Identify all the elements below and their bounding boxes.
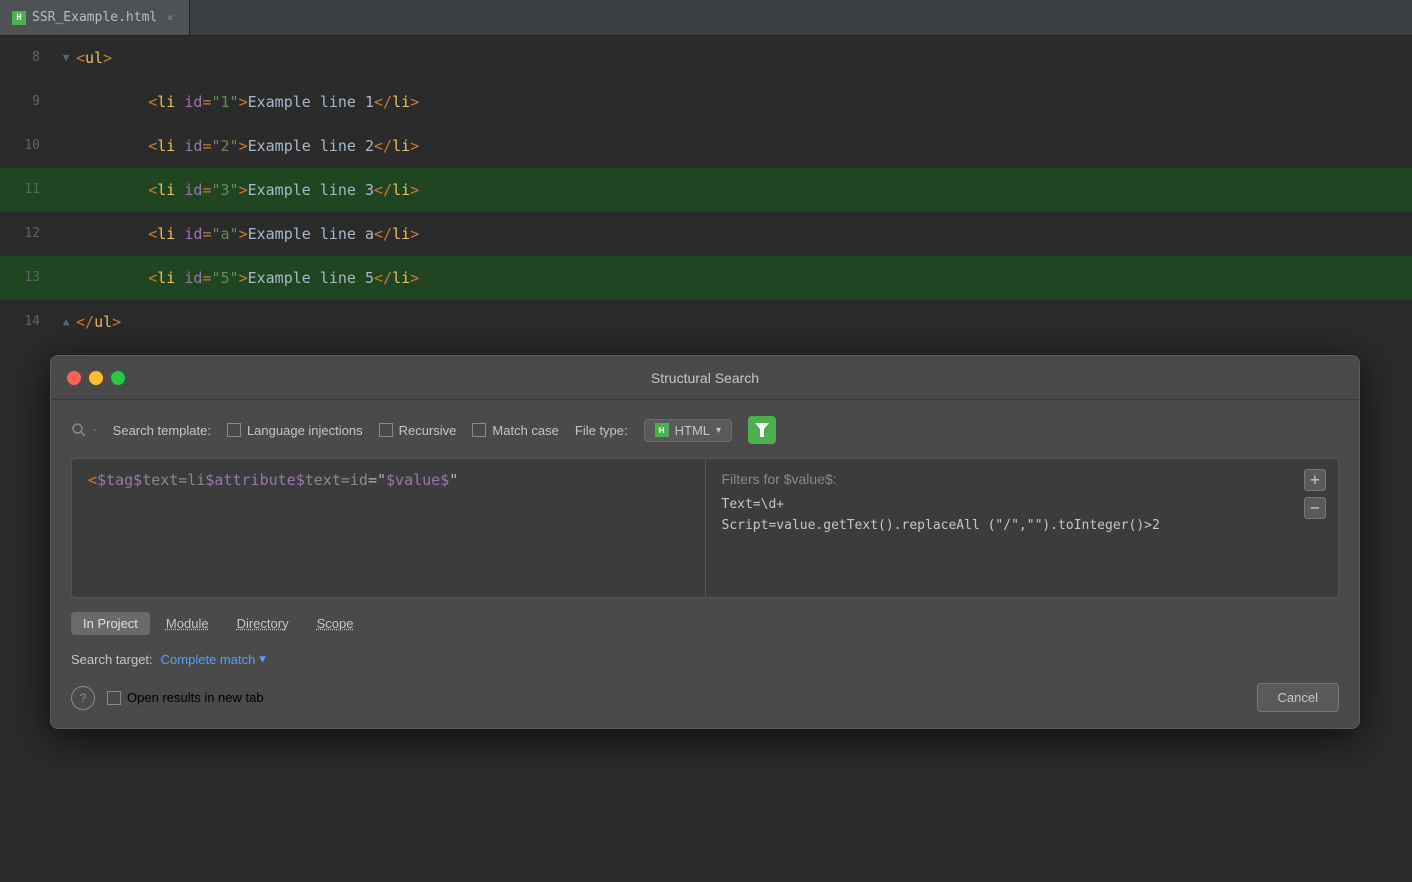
dropdown-arrow-icon: ▾ (259, 651, 266, 667)
tab-label: SSR_Example.html (32, 10, 157, 25)
line-content-11: <li id="3">Example line 3</li> (76, 168, 1412, 212)
file-type-value: HTML (675, 423, 710, 438)
scope-module-button[interactable]: Module (154, 612, 221, 635)
tmpl-value-var: $value$ (386, 471, 449, 489)
line-number-13: 13 (0, 256, 56, 300)
line-number-14: 14 (0, 300, 56, 344)
editor-tab[interactable]: H SSR_Example.html × (0, 0, 190, 35)
close-window-button[interactable] (67, 371, 81, 385)
recursive-label: Recursive (399, 423, 457, 438)
search-template-input[interactable]: <$tag$text=li$attribute$text=id="$value$… (72, 459, 706, 597)
scope-directory-button[interactable]: Directory (225, 612, 301, 635)
tab-bar: H SSR_Example.html × (0, 0, 1412, 36)
search-icon-badge: · (93, 424, 97, 436)
funnel-icon (755, 423, 769, 437)
cancel-button[interactable]: Cancel (1257, 683, 1339, 712)
filter-button[interactable] (748, 416, 776, 444)
help-button[interactable]: ? (71, 686, 95, 710)
scope-in-project-button[interactable]: In Project (71, 612, 150, 635)
file-type-dropdown[interactable]: H HTML ▾ (644, 419, 732, 442)
scope-scope-button[interactable]: Scope (305, 612, 366, 635)
code-line-11: 11 <li id="3">Example line 3</li> (0, 168, 1412, 212)
open-results-cb-box[interactable] (107, 691, 121, 705)
line-content-10: <li id="2">Example line 2</li> (76, 124, 1412, 168)
code-line-9: 9 <li id="1">Example line 1</li> (0, 80, 1412, 124)
tmpl-text-id: text=id (305, 471, 368, 489)
line-number-10: 10 (0, 124, 56, 168)
tmpl-open-bracket: < (88, 471, 97, 489)
modal-title: Structural Search (651, 370, 759, 386)
tmpl-close-quote: " (449, 471, 458, 489)
match-case-label: Match case (492, 423, 558, 438)
line-number-8: 8 (0, 36, 56, 80)
search-content-area: <$tag$text=li$attribute$text=id="$value$… (71, 458, 1339, 598)
modal-titlebar: Structural Search (51, 356, 1359, 400)
filter-line-1: Text=\d+ (722, 497, 1323, 512)
code-line-10: 10 <li id="2">Example line 2</li> (0, 124, 1412, 168)
modal-body: · Search template: Language injections R… (51, 400, 1359, 728)
remove-filter-button[interactable]: − (1304, 497, 1326, 519)
search-target-value: Complete match (161, 652, 256, 667)
line-number-12: 12 (0, 212, 56, 256)
line-number-9: 9 (0, 80, 56, 124)
search-icon-wrap: · (71, 422, 97, 438)
tmpl-text-li: text=li (142, 471, 205, 489)
file-type-label: File type: (575, 423, 628, 438)
search-template-label: Search template: (113, 423, 211, 438)
search-target-label: Search target: (71, 652, 153, 667)
code-line-12: 12 <li id="a">Example line a</li> (0, 212, 1412, 256)
code-line-8: 8 ▼ <ul> (0, 36, 1412, 80)
code-line-14: 14 ▲ </ul> (0, 300, 1412, 344)
fold-icon-8[interactable]: ▼ (56, 36, 76, 80)
line-content-13: <li id="5">Example line 5</li> (76, 256, 1412, 300)
open-results-label: Open results in new tab (127, 690, 264, 705)
match-case-cb-box[interactable] (472, 423, 486, 437)
recursive-checkbox[interactable]: Recursive (379, 423, 457, 438)
toolbar-row: · Search template: Language injections R… (71, 416, 1339, 444)
html-file-icon: H (655, 423, 669, 437)
filters-title: Filters for $value$: (722, 471, 1323, 487)
language-injections-checkbox[interactable]: Language injections (227, 423, 363, 438)
line-number-11: 11 (0, 168, 56, 212)
scope-row: In Project Module Directory Scope (71, 612, 1339, 635)
tmpl-tag-var: $tag$ (97, 471, 142, 489)
search-target-dropdown[interactable]: Complete match ▾ (161, 651, 266, 667)
editor-area: H SSR_Example.html × 8 ▼ <ul> 9 <li id="… (0, 0, 1412, 882)
fold-icon-14[interactable]: ▲ (56, 300, 76, 344)
search-icon (71, 422, 87, 438)
open-results-checkbox[interactable]: Open results in new tab (107, 690, 264, 705)
search-target-row: Search target: Complete match ▾ (71, 651, 1339, 667)
structural-search-dialog: Structural Search · Search template: Lan… (50, 355, 1360, 729)
code-line-13: 13 <li id="5">Example line 5</li> (0, 256, 1412, 300)
file-icon: H (12, 11, 26, 25)
language-injections-cb-box[interactable] (227, 423, 241, 437)
filters-panel: Filters for $value$: Text=\d+ Script=val… (706, 459, 1339, 597)
code-area: 8 ▼ <ul> 9 <li id="1">Example line 1</li… (0, 36, 1412, 344)
line-content-8: <ul> (76, 36, 1412, 80)
tmpl-equals: =" (368, 471, 386, 489)
tmpl-attr-var: $attribute$ (205, 471, 304, 489)
tab-close-button[interactable]: × (163, 11, 177, 25)
add-filter-button[interactable]: + (1304, 469, 1326, 491)
chevron-down-icon: ▾ (716, 425, 721, 436)
maximize-window-button[interactable] (111, 371, 125, 385)
language-injections-label: Language injections (247, 423, 363, 438)
bottom-row: ? Open results in new tab Cancel (71, 683, 1339, 712)
line-content-12: <li id="a">Example line a</li> (76, 212, 1412, 256)
window-controls (67, 371, 125, 385)
recursive-cb-box[interactable] (379, 423, 393, 437)
line-content-9: <li id="1">Example line 1</li> (76, 80, 1412, 124)
filter-line-2: Script=value.getText().replaceAll ("/","… (722, 518, 1323, 533)
match-case-checkbox[interactable]: Match case (472, 423, 558, 438)
minimize-window-button[interactable] (89, 371, 103, 385)
line-content-14: </ul> (76, 300, 1412, 344)
